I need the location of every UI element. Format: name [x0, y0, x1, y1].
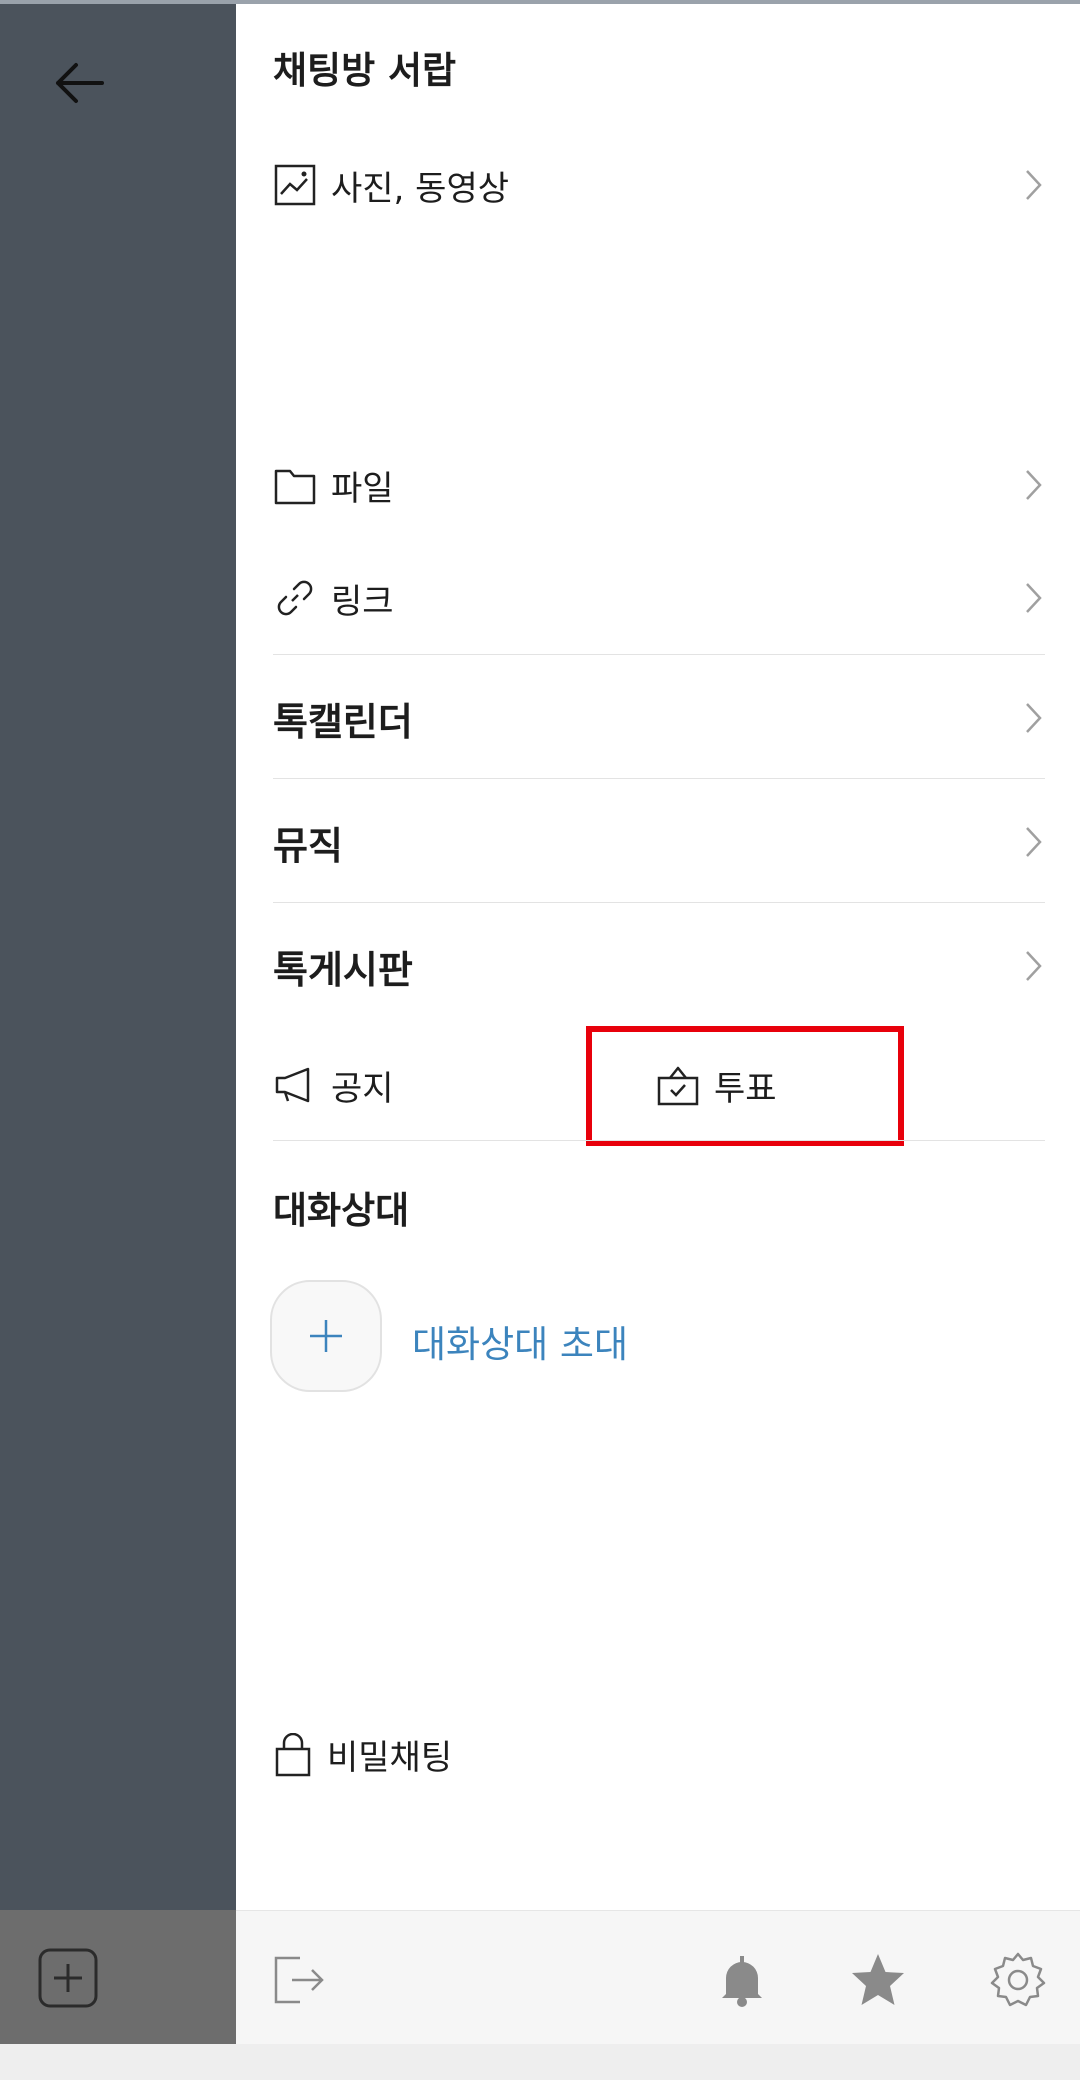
drawer-item-notice[interactable]: 공지 [273, 1060, 573, 1110]
link-icon [273, 576, 317, 620]
divider [273, 778, 1045, 779]
nav-bar-strip [0, 2044, 1080, 2080]
chat-backdrop[interactable] [0, 4, 236, 2044]
lock-icon [275, 1732, 311, 1776]
members-section-title: 대화상대 [273, 1189, 410, 1232]
drawer-item-label: 사진, 동영상 [331, 168, 510, 209]
bell-icon[interactable] [712, 1950, 772, 2010]
drawer-item-label: 톡게시판 [273, 947, 413, 992]
chevron-right-icon [1026, 827, 1042, 857]
back-arrow-icon[interactable] [44, 52, 114, 122]
drawer-footer [236, 1910, 1080, 2045]
chevron-right-icon [1026, 951, 1042, 981]
chevron-right-icon [1026, 583, 1042, 613]
drawer-item-label: 파일 [331, 468, 394, 509]
divider [273, 902, 1045, 903]
drawer-item-link[interactable]: 링크 [273, 573, 1045, 623]
compose-icon[interactable] [36, 1946, 100, 2010]
drawer-item-label: 톡캘린더 [273, 699, 413, 744]
drawer-title: 채팅방 서랍 [273, 49, 457, 92]
drawer-item-file[interactable]: 파일 [273, 460, 1045, 510]
drawer-item-board[interactable]: 톡게시판 [273, 938, 1045, 994]
secret-chat-label: 비밀채팅 [327, 1738, 453, 1778]
image-icon [273, 163, 317, 207]
folder-icon [273, 463, 317, 507]
gear-icon[interactable] [988, 1950, 1048, 2010]
chevron-right-icon [1026, 703, 1042, 733]
drawer-item-label: 뮤직 [273, 823, 343, 868]
drawer-item-label: 링크 [331, 581, 394, 622]
megaphone-icon [273, 1063, 317, 1107]
drawer-item-music[interactable]: 뮤직 [273, 814, 1045, 870]
chevron-right-icon [1026, 170, 1042, 200]
drawer-item-calendar[interactable]: 톡캘린더 [273, 690, 1045, 746]
secret-chat-item[interactable]: 비밀채팅 [273, 1730, 452, 1779]
drawer-item-label: 공지 [331, 1068, 394, 1109]
drawer-item-media[interactable]: 사진, 동영상 [273, 160, 1045, 210]
exit-icon[interactable] [270, 1950, 330, 2010]
star-icon[interactable] [848, 1950, 908, 2010]
highlight-box [586, 1026, 904, 1146]
divider [273, 654, 1045, 655]
chevron-right-icon [1026, 470, 1042, 500]
plus-icon [310, 1320, 342, 1352]
invite-button[interactable] [270, 1280, 382, 1392]
invite-label[interactable]: 대화상대 초대 [412, 1314, 628, 1368]
divider [273, 1140, 1045, 1141]
